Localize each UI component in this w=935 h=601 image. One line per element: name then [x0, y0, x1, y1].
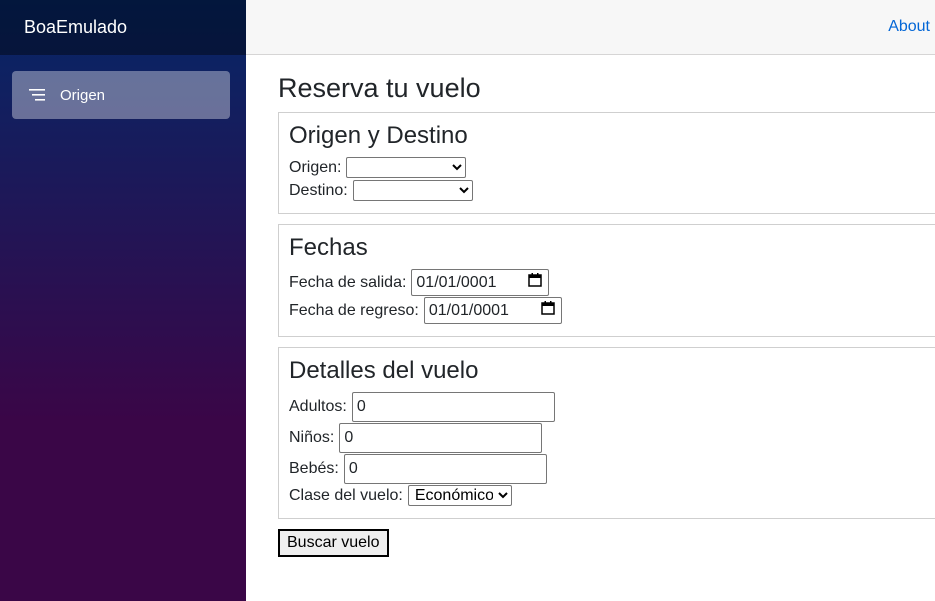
infants-input[interactable]: 0: [343, 454, 547, 484]
origin-destination-heading: Origen y Destino: [289, 122, 468, 149]
departure-date-input[interactable]: 01/01/0001: [411, 269, 550, 296]
destination-row: Destino:: [289, 180, 935, 201]
list-icon: [28, 87, 48, 103]
page-title: Reserva tu vuelo: [278, 73, 481, 103]
calendar-icon[interactable]: [528, 273, 543, 292]
children-input[interactable]: 0: [339, 423, 543, 453]
departure-row: Fecha de salida: 01/01/0001: [289, 269, 935, 296]
calendar-icon[interactable]: [541, 301, 555, 320]
children-row: Niños: 0: [289, 423, 935, 453]
top-row: About: [246, 0, 935, 55]
class-row: Clase del vuelo: Económico: [289, 485, 935, 506]
sidebar-nav: Origen: [0, 55, 246, 119]
flight-details-heading: Detalles del vuelo: [289, 357, 479, 384]
infants-label: Bebés:: [289, 460, 339, 477]
adults-row: Adultos: 0: [289, 392, 935, 422]
origin-label: Origen:: [289, 158, 342, 176]
dates-heading: Fechas: [289, 234, 368, 261]
flight-details-section: Detalles del vuelo Adultos: 0 Niños: 0 B…: [278, 347, 935, 519]
sidebar-item-origen[interactable]: Origen: [12, 71, 230, 119]
origin-row: Origen:: [289, 157, 935, 178]
return-date-input[interactable]: 01/01/0001: [423, 297, 562, 324]
class-select[interactable]: Económico: [407, 485, 512, 506]
children-label: Niños:: [289, 429, 335, 446]
departure-date-value: 01/01/0001: [416, 273, 497, 291]
sidebar-item-label: Origen: [60, 86, 106, 104]
adults-label: Adultos:: [289, 398, 347, 415]
dates-section: Fechas Fecha de salida: 01/01/0001 Fecha…: [278, 224, 935, 337]
adults-input[interactable]: 0: [351, 392, 555, 422]
origin-destination-section: Origen y Destino Origen: Destino:: [278, 112, 935, 214]
about-link[interactable]: About: [888, 18, 930, 36]
app: BoaEmulado Origen About Reserva tu vuelo…: [0, 0, 935, 601]
main-content: Reserva tu vuelo Origen y Destino Origen…: [278, 66, 935, 557]
search-flight-button[interactable]: Buscar vuelo: [278, 529, 389, 557]
infants-row: Bebés: 0: [289, 454, 935, 484]
departure-label: Fecha de salida:: [289, 273, 407, 291]
destination-select[interactable]: [352, 180, 473, 201]
origin-select[interactable]: [346, 157, 467, 178]
return-date-value: 01/01/0001: [428, 301, 509, 319]
sidebar: BoaEmulado Origen: [0, 0, 246, 601]
return-label: Fecha de regreso:: [289, 301, 419, 319]
return-row: Fecha de regreso: 01/01/0001: [289, 297, 935, 324]
destination-label: Destino:: [289, 181, 348, 199]
brand-link[interactable]: BoaEmulado: [24, 17, 127, 38]
brand-bar: BoaEmulado: [0, 0, 246, 55]
class-label: Clase del vuelo:: [289, 486, 403, 504]
